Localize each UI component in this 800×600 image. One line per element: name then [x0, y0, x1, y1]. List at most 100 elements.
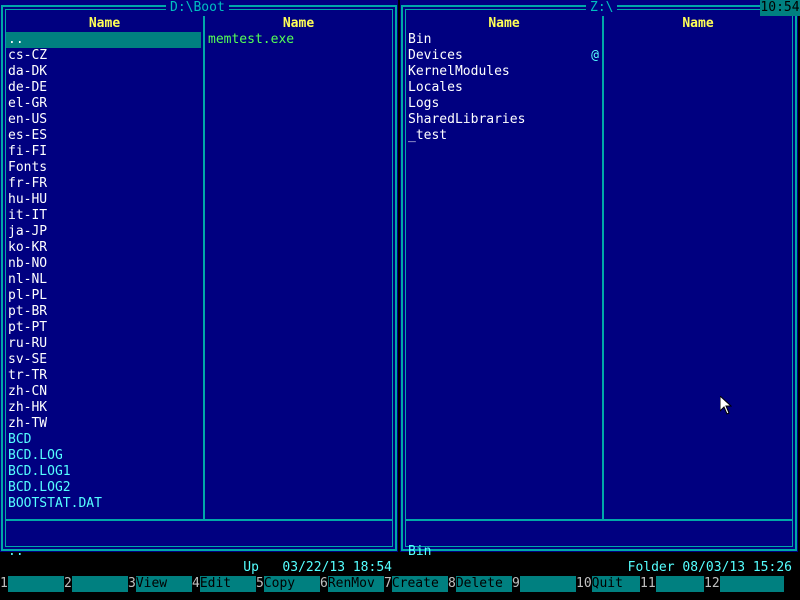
file-list-item[interactable]: cs-CZ [6, 48, 201, 64]
file-list-item[interactable]: BOOTSTAT.DAT [6, 496, 201, 512]
function-key-f2[interactable]: 2 [64, 576, 128, 592]
file-name: SharedLibraries [408, 112, 526, 127]
function-key-f10[interactable]: 10 Quit [576, 576, 640, 592]
file-list-item[interactable]: memtest.exe [206, 32, 392, 48]
file-list-item[interactable]: ja-JP [6, 224, 201, 240]
left-panel[interactable]: D:\Boot Name Name .. cs-CZ da-DK de-DE el-GR… [0, 0, 398, 575]
file-list-item[interactable]: zh-CN [6, 384, 201, 400]
file-list-item[interactable]: .. [6, 32, 201, 48]
function-key-f9[interactable]: 9 [512, 576, 576, 592]
panel-info-line: Bin Folder 08/03/13 15:26 [406, 528, 792, 575]
file-list-item[interactable]: BCD [6, 432, 201, 448]
function-key-label [655, 576, 704, 592]
file-list-item[interactable]: BCD.LOG2 [6, 480, 201, 496]
file-list-item[interactable]: fi-FI [6, 144, 201, 160]
file-name: cs-CZ [8, 48, 48, 63]
function-key-number: 7 [384, 576, 392, 591]
file-list-item[interactable]: fr-FR [6, 176, 201, 192]
file-list-item[interactable]: da-DK [6, 64, 201, 80]
file-name: BCD.LOG [8, 448, 63, 463]
file-list-item[interactable]: it-IT [6, 208, 201, 224]
function-key-label [7, 576, 64, 592]
file-list-item[interactable]: zh-HK [6, 400, 201, 416]
file-name: zh-CN [8, 384, 48, 399]
function-key-number: 8 [448, 576, 456, 591]
file-list-item[interactable]: BCD.LOG1 [6, 464, 201, 480]
file-list-item[interactable]: Fonts [6, 160, 201, 176]
file-list-item[interactable]: Logs [406, 96, 601, 112]
file-name: it-IT [8, 208, 48, 223]
info-divider [406, 519, 792, 521]
mouse-pointer-icon [720, 396, 732, 415]
file-name: de-DE [8, 80, 48, 95]
file-list-item[interactable]: _test [406, 128, 601, 144]
file-name: en-US [8, 112, 48, 127]
file-list-item[interactable]: Bin [406, 32, 601, 48]
file-list-item[interactable]: ru-RU [6, 336, 201, 352]
file-list-item[interactable]: zh-TW [6, 416, 201, 432]
file-name: BCD.LOG1 [8, 464, 71, 479]
file-name: zh-TW [8, 416, 48, 431]
file-name: memtest.exe [208, 32, 295, 47]
file-list-item[interactable]: de-DE [6, 80, 201, 96]
file-list-item[interactable]: nl-NL [6, 272, 201, 288]
panel-path: Z:\ [586, 0, 618, 16]
function-key-bar: 1 2 3 View 4 Edit 5 Copy 6 RenMov 7 Create 8 Delete 9 1… [0, 576, 800, 592]
file-list-item[interactable]: BCD.LOG [6, 448, 201, 464]
file-name: BCD.LOG2 [8, 480, 71, 495]
file-name: ru-RU [8, 336, 48, 351]
function-key-f4[interactable]: 4 Edit [192, 576, 256, 592]
file-list-item[interactable]: el-GR [6, 96, 201, 112]
file-list-item[interactable]: tr-TR [6, 368, 201, 384]
function-key-f3[interactable]: 3 View [128, 576, 192, 592]
function-key-f7[interactable]: 7 Create [384, 576, 448, 592]
info-file-details: Up 03/22/13 18:54 [243, 560, 392, 575]
function-key-f8[interactable]: 8 Delete [448, 576, 512, 592]
info-file-name: Bin [408, 544, 432, 559]
file-name: zh-HK [8, 400, 48, 415]
file-list-item[interactable]: Devices @ [406, 48, 601, 64]
file-name: Logs [408, 96, 440, 111]
column-divider [203, 10, 205, 520]
file-list-item[interactable]: ko-KR [6, 240, 201, 256]
function-key-f5[interactable]: 5 Copy [256, 576, 320, 592]
file-list-item[interactable]: Locales [406, 80, 601, 96]
function-key-number: 3 [128, 576, 136, 591]
file-list-item[interactable]: pt-BR [6, 304, 201, 320]
link-marker: @ [591, 48, 599, 63]
file-name: nl-NL [8, 272, 48, 287]
function-key-f12[interactable]: 12 [704, 576, 784, 592]
column-divider [602, 10, 604, 520]
file-list-item[interactable]: SharedLibraries [406, 112, 601, 128]
file-list-item[interactable]: hu-HU [6, 192, 201, 208]
file-name: pl-PL [8, 288, 48, 303]
function-key-label: Delete [455, 576, 512, 592]
function-key-number: 9 [512, 576, 520, 591]
file-name: pt-BR [8, 304, 48, 319]
file-list-item[interactable]: pt-PT [6, 320, 201, 336]
file-list-item[interactable]: nb-NO [6, 256, 201, 272]
function-key-number: 10 [576, 576, 592, 591]
file-name: Devices [408, 48, 463, 63]
clock: 10:54 [760, 0, 800, 16]
file-list-item[interactable]: KernelModules [406, 64, 601, 80]
file-list-column-2: memtest.exe [206, 32, 392, 48]
file-list-item[interactable]: en-US [6, 112, 201, 128]
function-key-label [71, 576, 128, 592]
function-key-label: RenMov [327, 576, 384, 592]
function-key-label [719, 576, 784, 592]
function-key-f6[interactable]: 6 RenMov [320, 576, 384, 592]
file-name: .. [8, 32, 24, 47]
right-panel[interactable]: Z:\ Name Name Bin Devices @ KernelModules Lo… [400, 0, 798, 575]
file-list-item[interactable]: es-ES [6, 128, 201, 144]
file-list-item[interactable]: pl-PL [6, 288, 201, 304]
file-name: fi-FI [8, 144, 48, 159]
info-file-details: Folder 08/03/13 15:26 [627, 560, 792, 575]
file-list-item[interactable]: sv-SE [6, 352, 201, 368]
function-key-number: 5 [256, 576, 264, 591]
function-key-f1[interactable]: 1 [0, 576, 64, 592]
function-key-number: 6 [320, 576, 328, 591]
file-name: sv-SE [8, 352, 48, 367]
function-key-f11[interactable]: 11 [640, 576, 704, 592]
file-list-column-1: Bin Devices @ KernelModules Locales Logs Share… [406, 32, 601, 144]
